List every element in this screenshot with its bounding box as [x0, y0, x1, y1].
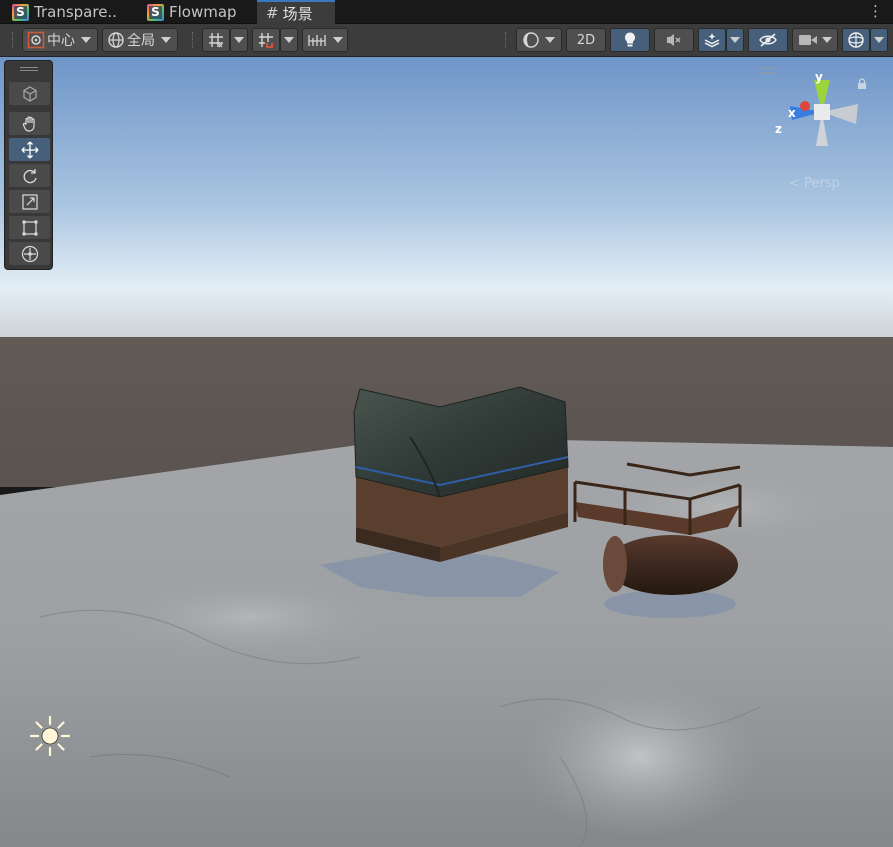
gizmos-toggle[interactable]: [842, 28, 870, 52]
directional-light-sun-icon[interactable]: [28, 714, 72, 758]
grid-icon: [209, 33, 223, 48]
transform-tool-button[interactable]: [9, 242, 50, 265]
tab-label: 场景: [282, 4, 313, 23]
pivot-center-icon: [27, 31, 45, 49]
chevron-down-icon: [234, 37, 244, 43]
increment-snap-icon: [308, 35, 326, 46]
increment-snapping-dropdown[interactable]: [302, 28, 348, 52]
pivot-rotation-dropdown[interactable]: 全局: [102, 28, 178, 52]
scale-tool-button[interactable]: [9, 190, 50, 213]
scene-viewport[interactable]: y x z < Persp: [0, 57, 893, 847]
chevron-down-icon: [822, 37, 832, 43]
scene-hash-icon: #: [266, 4, 279, 22]
toggle-2d-label: 2D: [576, 32, 596, 48]
eye-hidden-icon: [759, 33, 777, 47]
layers-effects-icon: [704, 33, 720, 48]
gizmo-y-label: y: [815, 70, 823, 84]
scene-toolbar: 中心 全局 2D: [0, 24, 893, 57]
chevron-down-icon: [333, 37, 343, 43]
chevron-down-icon: [730, 37, 740, 43]
lightbulb-icon: [625, 32, 635, 47]
move-icon: [21, 141, 38, 158]
snap-grid-icon: [259, 33, 273, 48]
draw-mode-dropdown[interactable]: [516, 28, 562, 52]
audio-mute-icon: [667, 34, 681, 46]
toggle-2d-button[interactable]: 2D: [566, 28, 606, 52]
grid-visibility-button[interactable]: [202, 28, 230, 52]
rotate-icon: [23, 168, 37, 183]
camera-settings-dropdown[interactable]: [792, 28, 838, 52]
hand-tool-button[interactable]: [9, 112, 50, 135]
gizmo-z-label: z: [775, 122, 782, 136]
tab-flowmap-shader[interactable]: S Flowmap: [147, 0, 237, 24]
move-tool-button[interactable]: [9, 138, 50, 161]
tab-bar: S Transpare.. S Flowmap # 场景 ⋮: [0, 0, 893, 24]
effects-dropdown[interactable]: [726, 28, 744, 52]
pivot-mode-dropdown[interactable]: 中心: [22, 28, 98, 52]
grid-visibility-dropdown[interactable]: [230, 28, 248, 52]
gizmo-x-label: x: [788, 106, 796, 120]
hand-icon: [22, 115, 35, 132]
audio-toggle[interactable]: [654, 28, 694, 52]
view-tool-button[interactable]: [9, 82, 50, 105]
camera-icon: [799, 35, 817, 45]
shaded-mode-icon: [523, 32, 539, 48]
globe-icon: [108, 32, 124, 48]
tab-label: Transpare..: [34, 3, 117, 21]
shader-icon: S: [147, 3, 164, 21]
scene-render: [0, 57, 893, 847]
shader-icon: S: [12, 3, 29, 21]
toolbar-separator: [192, 32, 193, 48]
transform-tools-panel: [4, 60, 53, 270]
chevron-down-icon: [81, 37, 91, 43]
rect-tool-button[interactable]: [9, 216, 50, 239]
grid-snapping-dropdown[interactable]: [280, 28, 298, 52]
toolbar-grip: [12, 32, 13, 48]
gizmo-globe-icon: [848, 32, 864, 48]
grid-snapping-button[interactable]: [252, 28, 280, 52]
toolbar-separator: [505, 32, 506, 48]
transform-icon: [21, 245, 38, 262]
projection-toggle[interactable]: < Persp: [789, 176, 840, 191]
chevron-down-icon: [284, 37, 294, 43]
effects-toggle[interactable]: [698, 28, 726, 52]
unity-editor-scene-window: S Transpare.. S Flowmap # 场景 ⋮ 中心 全局 2D …: [0, 0, 893, 847]
chevron-down-icon: [874, 37, 884, 43]
rotate-tool-button[interactable]: [9, 164, 50, 187]
scene-lighting-toggle[interactable]: [610, 28, 650, 52]
panel-grip[interactable]: [20, 67, 38, 71]
chevron-down-icon: [161, 37, 171, 43]
pivot-mode-label: 中心: [47, 33, 75, 49]
tab-label: Flowmap: [169, 3, 237, 21]
pivot-rotation-label: 全局: [127, 33, 155, 49]
gizmos-dropdown[interactable]: [870, 28, 888, 52]
tab-scene[interactable]: # 场景: [257, 0, 335, 24]
chevron-down-icon: [545, 37, 555, 43]
scale-icon: [21, 193, 38, 210]
hidden-objects-toggle[interactable]: [748, 28, 788, 52]
view-cube-icon: [22, 85, 37, 102]
more-options-icon[interactable]: ⋮: [868, 3, 883, 19]
tab-transparent-shader[interactable]: S Transpare..: [12, 0, 117, 24]
rect-icon: [22, 220, 37, 235]
